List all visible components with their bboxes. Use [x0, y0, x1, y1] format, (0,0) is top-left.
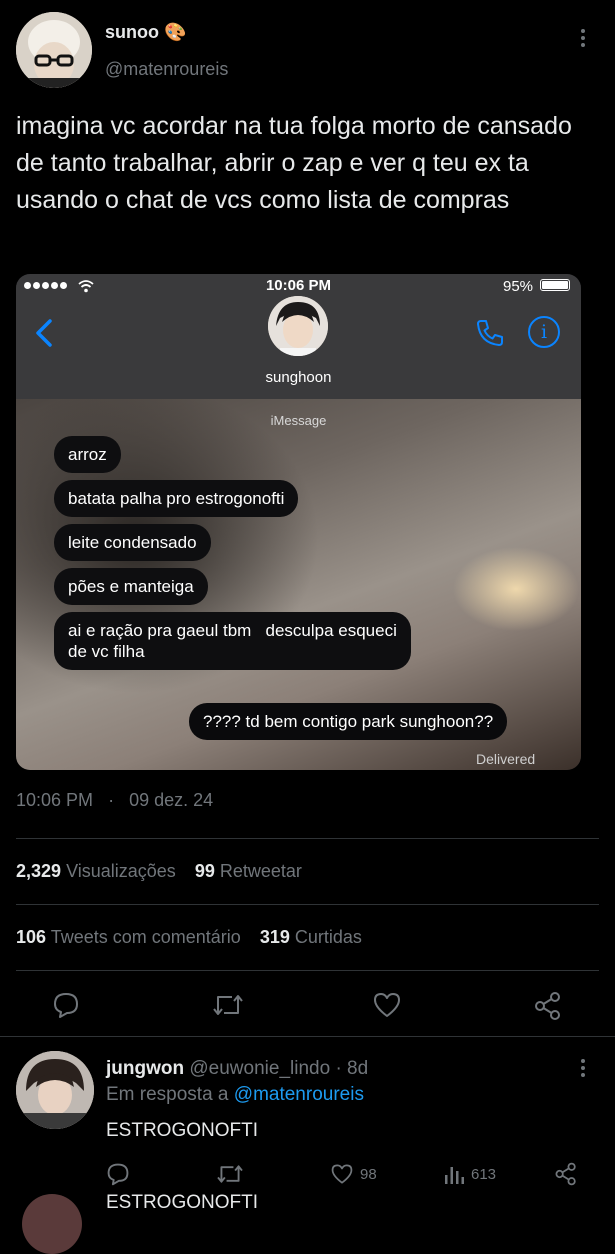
- ios-chat-header: 10:06 PM 95% sunghoon i: [16, 274, 581, 399]
- delivered-status: Delivered: [476, 751, 536, 767]
- message-bubble: ai e ração pra gaeul tbm desculpa esquec…: [54, 612, 411, 670]
- stats-row-1: 2,329 Visualizações 99 Retweetar: [16, 861, 302, 882]
- quotes-count: 106: [16, 927, 47, 947]
- reply-context-prefix: Em resposta a: [106, 1084, 229, 1105]
- battery-percent: 95%: [503, 278, 534, 295]
- info-icon[interactable]: i: [528, 316, 560, 348]
- author-name-row[interactable]: sunoo 🎨: [105, 22, 186, 43]
- reply-views-button[interactable]: 613: [443, 1163, 496, 1185]
- sent-message-bubble: ???? td bem contigo park sunghoon??: [189, 703, 508, 740]
- reply-share-icon[interactable]: [554, 1162, 578, 1186]
- views-label: Visualizações: [66, 861, 176, 881]
- likes-count: 319: [259, 927, 290, 947]
- tweet-date: 09 dez. 24: [129, 790, 214, 810]
- tweet-text: imagina vc acordar na tua folga morto de…: [16, 112, 572, 214]
- author-name[interactable]: sunoo: [105, 22, 159, 42]
- contact-avatar[interactable]: [268, 296, 328, 356]
- likes-label: Curtidas: [294, 927, 362, 947]
- reply-retweet-icon[interactable]: [216, 1162, 244, 1186]
- reply-author-handle[interactable]: @euwonie_lindo: [189, 1058, 330, 1079]
- divider: [16, 970, 599, 971]
- status-time: 10:06 PM: [265, 277, 332, 294]
- chat-background-photo: iMessage arroz batata palha pro estrogon…: [16, 399, 581, 770]
- stats-row-2: 106 Tweets com comentário 319 Curtidas: [16, 927, 362, 948]
- reply-text: ESTROGONOFTI: [106, 1120, 258, 1141]
- author-emoji: 🎨: [164, 22, 187, 42]
- like-icon[interactable]: [372, 991, 402, 1019]
- reply-header: jungwon @euwonie_lindo · 8d: [106, 1058, 368, 1080]
- reply-like-count: 98: [360, 1165, 377, 1183]
- reply-view-count: 613: [471, 1165, 497, 1183]
- reply-context: Em resposta a @matenroureis: [106, 1084, 364, 1106]
- retweets-stat[interactable]: 99 Retweetar: [195, 861, 302, 881]
- reply-age: · 8d: [335, 1058, 369, 1079]
- divider: [16, 838, 599, 839]
- phone-call-icon[interactable]: [474, 317, 506, 349]
- views-stat[interactable]: 2,329 Visualizações: [16, 861, 181, 881]
- more-options-icon[interactable]: [573, 26, 593, 50]
- reply-author-name[interactable]: jungwon: [106, 1058, 184, 1079]
- message-bubble: arroz: [54, 436, 121, 473]
- heart-icon: [331, 1164, 353, 1184]
- views-bar-chart-icon: [445, 1167, 464, 1184]
- quotes-label: Tweets com comentário: [50, 927, 241, 947]
- tweet-timestamp[interactable]: 10:06 PM · 09 dez. 24: [16, 790, 213, 811]
- message-bubble: batata palha pro estrogonofti: [54, 480, 299, 517]
- retweets-label: Retweetar: [219, 861, 302, 881]
- author-avatar[interactable]: [16, 12, 92, 88]
- divider: [0, 1036, 615, 1037]
- retweets-count: 99: [194, 861, 215, 881]
- next-tweet-preview-text: ESTROGONOFTI: [106, 1192, 258, 1213]
- reply-context-handle[interactable]: @matenroureis: [234, 1084, 364, 1105]
- battery-icon: [540, 279, 570, 291]
- reply-author-avatar[interactable]: [16, 1051, 94, 1129]
- likes-stat[interactable]: 319 Curtidas: [260, 927, 362, 947]
- share-icon[interactable]: [533, 991, 563, 1021]
- retweet-icon[interactable]: [212, 991, 244, 1019]
- message-bubble: leite condensado: [54, 524, 211, 561]
- back-chevron-icon[interactable]: [34, 318, 54, 348]
- next-tweet-avatar[interactable]: [22, 1194, 82, 1254]
- quotes-stat[interactable]: 106 Tweets com comentário: [16, 927, 246, 947]
- divider: [16, 904, 599, 905]
- author-handle[interactable]: @matenroureis: [105, 59, 228, 80]
- reply-more-options-icon[interactable]: [573, 1056, 593, 1080]
- service-label: iMessage: [270, 413, 327, 428]
- reply-like-button[interactable]: 98: [330, 1163, 377, 1185]
- reply-icon[interactable]: [52, 991, 80, 1019]
- tweet-media-image[interactable]: 10:06 PM 95% sunghoon i iMessage arroz b…: [16, 274, 581, 770]
- reply-reply-icon[interactable]: [106, 1162, 130, 1186]
- contact-name[interactable]: sunghoon: [16, 369, 581, 386]
- tweet-time: 10:06 PM: [16, 790, 94, 810]
- views-count: 2,329: [16, 861, 62, 881]
- message-bubble: pões e manteiga: [54, 568, 208, 605]
